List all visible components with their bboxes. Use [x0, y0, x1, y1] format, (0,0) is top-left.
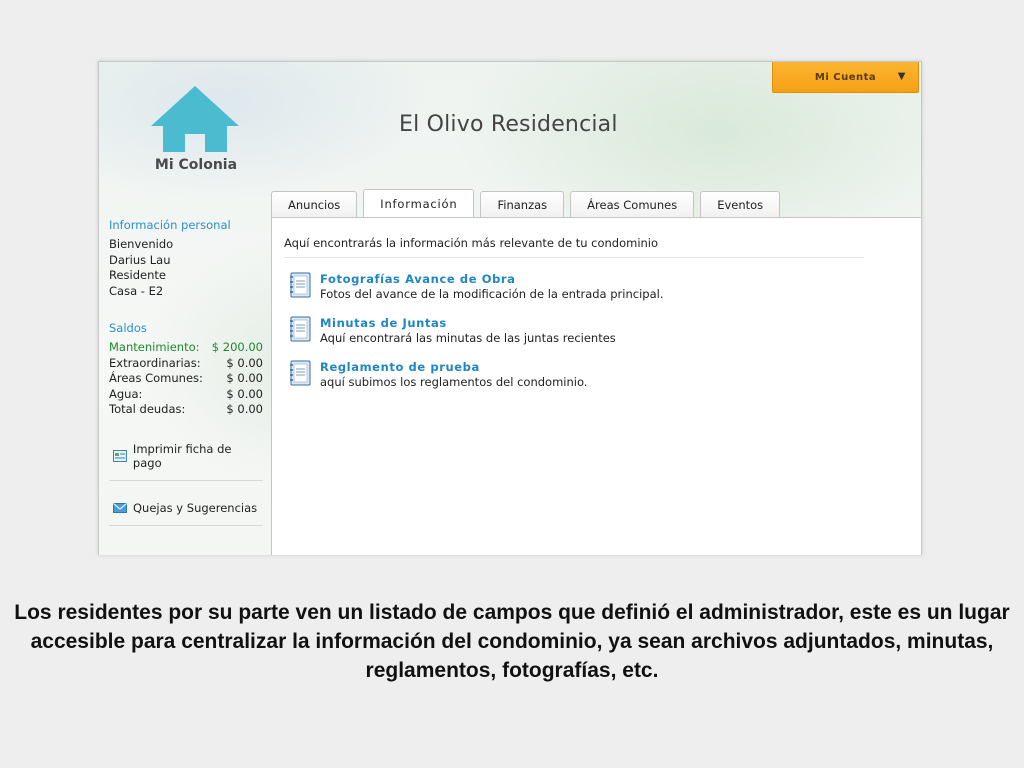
personal-line: Darius Lau — [109, 252, 171, 267]
account-menu-label: Mi Cuenta — [814, 71, 877, 83]
balance-label: Mantenimiento: — [109, 340, 200, 354]
balance-row: Áreas Comunes: $ 0.00 — [109, 371, 263, 387]
app-window: Mi Colonia El Olivo Residencial Mi Cuent… — [98, 61, 922, 555]
balance-label: Áreas Comunes: — [109, 371, 203, 385]
print-payment-slip-label: Imprimir ficha de pago — [132, 441, 232, 470]
document-description: aquí subimos los reglamentos del condomi… — [320, 375, 588, 389]
balance-row: Mantenimiento: $ 200.00 — [109, 340, 263, 356]
balance-value: $ 0.00 — [226, 371, 263, 385]
document-item[interactable]: Minutas de Juntas Aquí encontrará las mi… — [288, 316, 616, 346]
personal-info-heading: Información personal — [109, 218, 231, 232]
personal-line: Residente — [109, 268, 166, 282]
balance-row: Extraordinarias: $ 0.00 — [109, 356, 263, 372]
balance-row: Agua: $ 0.00 — [109, 387, 263, 403]
notebook-icon — [290, 316, 311, 342]
balances-heading: Saldos — [109, 321, 147, 335]
personal-line: Casa - E2 — [109, 283, 164, 298]
balance-value: $ 0.00 — [226, 355, 263, 370]
document-title[interactable]: Minutas de Juntas — [320, 316, 616, 331]
balance-label: Agua: — [109, 386, 143, 401]
envelope-icon — [113, 502, 127, 513]
document-description: Fotos del avance de la modificación de l… — [320, 287, 664, 301]
print-payment-slip-link[interactable]: Imprimir ficha de pago — [109, 434, 263, 481]
logo-text: Mi Colonia — [154, 157, 238, 173]
document-item[interactable]: Fotografías Avance de Obra Fotos del ava… — [288, 272, 663, 302]
balance-row: Total deudas: $ 0.00 — [109, 402, 263, 418]
complaints-suggestions-label: Quejas y Sugerencias — [133, 500, 258, 515]
tab-bar: Anuncios Información Finanzas Áreas Comu… — [271, 189, 781, 217]
balance-value: $ 0.00 — [226, 402, 263, 416]
document-title[interactable]: Fotografías Avance de Obra — [320, 272, 663, 287]
print-receipt-icon — [113, 449, 127, 462]
tab-finanzas[interactable]: Finanzas — [480, 191, 565, 217]
site-title: El Olivo Residencial — [399, 112, 618, 137]
tab-informacion[interactable]: Información — [363, 189, 475, 217]
tab-eventos[interactable]: Eventos — [700, 191, 781, 217]
notebook-icon — [290, 360, 311, 386]
content-panel: Aquí encontrarás la información más rele… — [271, 217, 921, 555]
document-title[interactable]: Reglamento de prueba — [320, 360, 587, 375]
tab-anuncios[interactable]: Anuncios — [271, 191, 358, 217]
slide-caption: Los residentes por su parte ven un lista… — [14, 601, 1010, 682]
sidebar: Información personal Bienvenido Darius L… — [109, 218, 263, 526]
caret-down-icon: ▼ — [897, 71, 906, 82]
tab-areas-comunes[interactable]: Áreas Comunes — [570, 191, 695, 217]
document-description: Aquí encontrará las minutas de las junta… — [320, 331, 616, 345]
balance-value: $ 200.00 — [211, 340, 263, 354]
complaints-suggestions-link[interactable]: Quejas y Sugerencias — [109, 493, 263, 526]
document-item[interactable]: Reglamento de prueba aquí subimos los re… — [288, 360, 587, 390]
balance-value: $ 0.00 — [226, 386, 263, 401]
account-menu-button[interactable]: Mi Cuenta ▼ — [772, 62, 919, 93]
personal-line: Bienvenido — [109, 237, 174, 251]
balance-label: Extraordinarias: — [109, 355, 201, 370]
intro-text: Aquí encontrarás la información más rele… — [284, 236, 864, 258]
notebook-icon — [290, 272, 311, 298]
balance-label: Total deudas: — [109, 402, 186, 416]
